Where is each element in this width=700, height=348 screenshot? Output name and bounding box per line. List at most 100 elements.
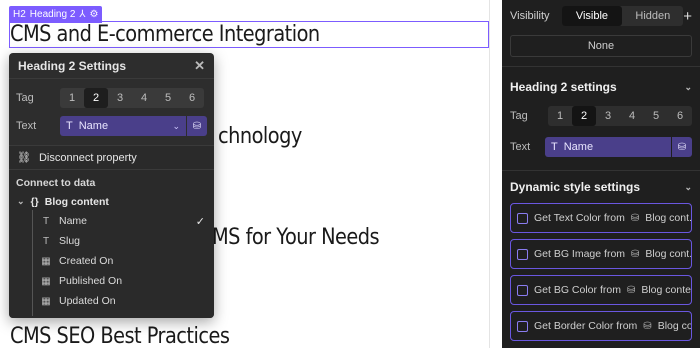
dynamic-source: Blog co... <box>657 320 692 332</box>
connect-to-data-heading: Connect to data <box>16 177 96 189</box>
checkbox[interactable] <box>517 248 528 260</box>
tag-option-5[interactable]: 5 <box>156 88 180 108</box>
close-icon[interactable]: ✕ <box>194 58 205 74</box>
tag-option-3[interactable]: 3 <box>596 106 620 126</box>
section-title: Heading 2 settings <box>510 80 617 94</box>
canvas-divider <box>489 0 490 348</box>
divider <box>502 170 700 171</box>
calendar-icon: ▦ <box>41 255 51 267</box>
hidden-option[interactable]: Hidden <box>622 6 683 26</box>
visible-option[interactable]: Visible <box>561 6 623 26</box>
field-item-slug[interactable]: T Slug <box>9 231 214 251</box>
dynamic-bg-image[interactable]: Get BG Image from ⛁ Blog cont... <box>510 239 692 269</box>
dynamic-text-color[interactable]: Get Text Color from ⛁ Blog cont... <box>510 203 692 233</box>
check-icon: ✓ <box>195 215 205 228</box>
chevron-down-icon: ⌄ <box>172 120 180 131</box>
database-icon: ⛁ <box>631 248 640 260</box>
tag-label: Tag <box>510 110 528 122</box>
text-icon: T <box>42 235 50 247</box>
field-item-updated-on[interactable]: ▦ Updated On <box>9 291 214 311</box>
dynamic-source: Blog content <box>641 284 691 296</box>
dynamic-label: Get BG Color from <box>534 284 621 296</box>
panel-tag-row: Tag 1 2 3 4 5 6 <box>502 102 700 130</box>
calendar-icon: ▦ <box>41 295 51 307</box>
tag-option-4[interactable]: 4 <box>620 106 644 126</box>
heading-1[interactable]: CMS and E-commerce Integration <box>10 22 320 47</box>
blog-content-group[interactable]: ⌄ {} Blog content <box>9 192 214 211</box>
tag-option-2[interactable]: 2 <box>572 106 596 126</box>
field-item-created-on[interactable]: ▦ Created On <box>9 251 214 271</box>
dynamic-border-color[interactable]: Get Border Color from ⛁ Blog co... <box>510 311 692 341</box>
divider <box>502 66 700 67</box>
visibility-toggle: Visible Hidden <box>561 6 684 26</box>
disconnect-label: Disconnect property <box>38 151 137 164</box>
text-binding-field[interactable]: T Name ⌄ ⛁ <box>60 116 207 136</box>
tag-label: Tag <box>16 92 34 104</box>
field-label: Published On <box>59 275 123 287</box>
database-icon: ⛁ <box>626 284 636 296</box>
section-title: Dynamic style settings <box>510 180 641 194</box>
database-icon[interactable]: ⛁ <box>672 137 692 157</box>
field-label: Name <box>59 215 88 227</box>
panel-text-row: Text T Name ⛁ <box>502 133 700 161</box>
dynamic-source: Blog cont... <box>645 212 692 224</box>
element-type-label: H2 <box>13 9 26 20</box>
popover-header: Heading 2 Settings ✕ <box>9 53 214 79</box>
field-label: Updated On <box>59 295 116 307</box>
checkbox[interactable] <box>517 212 528 224</box>
component-icon[interactable]: ⅄ <box>79 9 85 20</box>
text-binding-select[interactable]: T Name <box>545 137 671 157</box>
tag-segmented-control: 1 2 3 4 5 6 <box>60 88 204 108</box>
heading-3[interactable]: MS for Your Needs <box>212 225 380 250</box>
disconnect-property-item[interactable]: ⛓ Disconnect property <box>9 146 214 170</box>
chevron-down-icon: ⌄ <box>684 81 692 92</box>
text-label: Text <box>510 141 531 153</box>
field-item-name[interactable]: T Name ✓ <box>9 211 214 231</box>
text-label: Text <box>16 120 37 132</box>
checkbox[interactable] <box>517 320 528 332</box>
dynamic-source: Blog cont... <box>645 248 692 260</box>
tag-option-1[interactable]: 1 <box>548 106 572 126</box>
field-label: Slug <box>59 235 81 247</box>
visibility-label: Visibility <box>510 10 550 22</box>
text-type-icon: T <box>551 141 558 153</box>
chevron-down-icon: ⌄ <box>684 181 692 192</box>
dynamic-style-section[interactable]: Dynamic style settings ⌄ <box>502 173 700 201</box>
visibility-condition-none[interactable]: None <box>510 35 692 57</box>
dynamic-bg-color[interactable]: Get BG Color from ⛁ Blog content <box>510 275 692 305</box>
popover-text-row: Text T Name ⌄ ⛁ <box>9 112 214 140</box>
heading-4[interactable]: CMS SEO Best Practices <box>10 324 230 348</box>
database-icon: ⛁ <box>630 212 640 224</box>
text-binding-value: Name <box>563 141 594 153</box>
heading-settings-section[interactable]: Heading 2 settings ⌄ <box>502 72 700 102</box>
settings-panel: Visibility Visible Hidden + None Heading… <box>502 0 700 348</box>
tag-option-3[interactable]: 3 <box>108 88 132 108</box>
database-icon: ⛁ <box>643 320 652 332</box>
popover-tag-row: Tag 1 2 3 4 5 6 <box>9 84 214 112</box>
database-icon[interactable]: ⛁ <box>187 116 207 136</box>
tag-option-2[interactable]: 2 <box>84 88 108 108</box>
group-label: Blog content <box>44 195 109 208</box>
tag-option-6[interactable]: 6 <box>180 88 204 108</box>
dynamic-label: Get BG Image from <box>534 248 626 260</box>
visibility-row: Visibility Visible Hidden + <box>502 0 700 32</box>
connect-dropdown: ⛓ Disconnect property Connect to data ⌄ … <box>9 145 214 318</box>
dynamic-label: Get Text Color from <box>534 212 625 224</box>
calendar-icon: ▦ <box>41 275 51 287</box>
tag-option-4[interactable]: 4 <box>132 88 156 108</box>
tag-option-1[interactable]: 1 <box>60 88 84 108</box>
text-binding-field[interactable]: T Name ⛁ <box>545 137 692 157</box>
element-name-label: Heading 2 <box>29 9 76 20</box>
text-binding-select[interactable]: T Name ⌄ <box>60 116 186 136</box>
field-label: Created On <box>59 255 114 267</box>
gear-icon[interactable]: ⚙ <box>90 9 99 20</box>
checkbox[interactable] <box>517 284 528 296</box>
field-item-published-on[interactable]: ▦ Published On <box>9 271 214 291</box>
tag-segmented-control: 1 2 3 4 5 6 <box>548 106 692 126</box>
add-icon[interactable]: + <box>683 8 692 25</box>
heading-settings-popover: Heading 2 Settings ✕ Tag 1 2 3 4 5 6 Tex… <box>9 53 214 318</box>
heading-2[interactable]: chnology <box>218 124 302 149</box>
tag-option-6[interactable]: 6 <box>668 106 692 126</box>
tag-option-5[interactable]: 5 <box>644 106 668 126</box>
chevron-down-icon: ⌄ <box>17 196 25 206</box>
